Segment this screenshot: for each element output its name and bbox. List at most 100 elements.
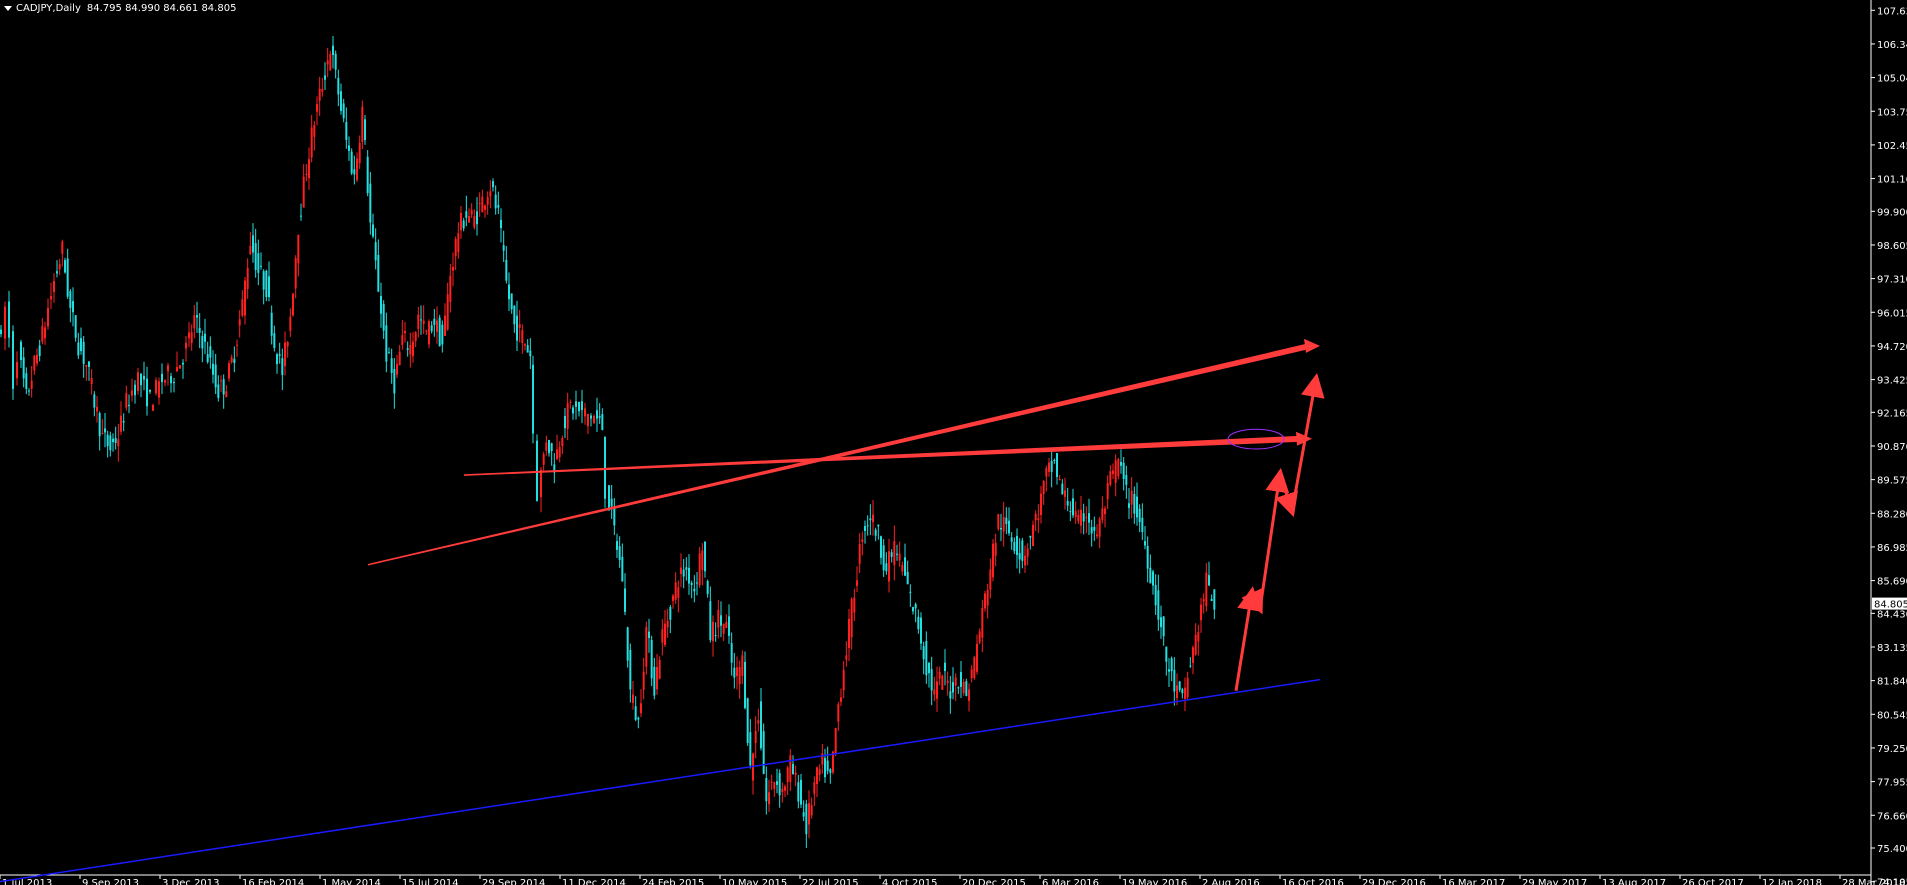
candle [25,367,28,395]
candle-body [1002,516,1005,532]
candle [326,48,329,78]
candle-body [409,344,412,355]
candle-body [816,767,818,785]
candle-body [137,372,139,392]
candle-body [784,786,786,791]
candle [249,231,252,256]
candle [920,612,922,650]
candle [1136,482,1138,526]
candle [981,599,984,653]
candle [1085,506,1088,534]
candle-body [88,361,90,367]
candle-body [412,341,414,357]
candle-body [733,667,736,678]
candle [77,332,80,360]
candle [1213,589,1216,620]
price-chart[interactable]: 107.635 106.340 105.045 103.750 102.455 101.1… [0,0,1907,885]
y-tick-label: 76.660 [1877,811,1907,822]
candle [465,195,468,227]
candle [276,352,278,374]
candle-body [826,760,829,771]
candle [556,434,558,461]
candle [786,765,789,796]
candle [744,651,746,710]
candle-body [920,617,922,644]
candle [497,191,500,215]
candle-body [1176,685,1178,699]
candle [462,217,465,232]
candle-body [933,689,936,695]
candle [529,338,532,369]
candle [470,203,473,218]
candle [754,716,757,759]
candle-body [131,390,133,396]
candle [137,367,139,395]
candle [190,324,193,351]
candle-body [824,757,826,778]
candle-body [1117,459,1120,477]
candle [524,342,526,351]
candle [893,525,896,581]
candle-body [898,553,901,561]
x-tick-label: 10 May 2015 [722,878,787,885]
candle-body [332,45,334,56]
candle [262,269,265,305]
candle-body [613,506,616,526]
candle-body [1098,519,1101,537]
candle-body [848,618,850,648]
chart-window[interactable]: CADJPY,Daily 84.795 84.990 84.661 84.805 … [0,0,1907,885]
candle-body [992,543,994,578]
candle-body [789,755,792,782]
candle-body [566,403,569,429]
candle [382,300,385,339]
candle [366,150,369,197]
candle [101,419,104,435]
candle-body [698,553,701,586]
candle [997,513,1000,531]
candle-body [452,266,454,271]
candle [1120,449,1122,474]
candle [1037,504,1040,533]
candle-body [53,281,55,292]
candle-body [706,581,709,594]
candle [185,336,187,362]
candle-body [569,401,572,403]
candle [30,366,33,398]
candle [818,764,821,782]
candle [805,799,808,848]
candle-body [973,657,976,679]
candle [733,652,736,689]
candle-body [369,183,372,223]
candle-body [874,529,877,536]
candle-body [457,233,460,253]
candle [685,557,688,581]
candle [624,573,626,616]
candle-body [1048,462,1050,472]
candle [613,498,616,536]
candle-body [960,671,962,687]
candle [856,566,858,593]
candle [313,121,316,151]
candle-body [1016,535,1018,556]
candle [396,355,398,379]
candle [930,656,933,706]
candle [513,305,516,333]
candle [564,407,566,438]
candle-body [1042,481,1045,494]
candle-body [489,191,492,197]
candle [505,246,508,284]
candle-body [324,75,326,80]
candle-body [666,620,669,628]
candle-body [1045,468,1048,477]
candle [688,554,690,595]
candle [146,366,148,416]
candle [1098,516,1101,549]
y-tick-label: 99.900 [1877,207,1907,218]
candle [890,549,893,563]
candle-body [438,317,441,347]
candle [593,414,595,424]
candle [949,676,952,714]
candle [417,306,420,338]
candle [388,347,390,354]
candle-body [164,380,166,383]
